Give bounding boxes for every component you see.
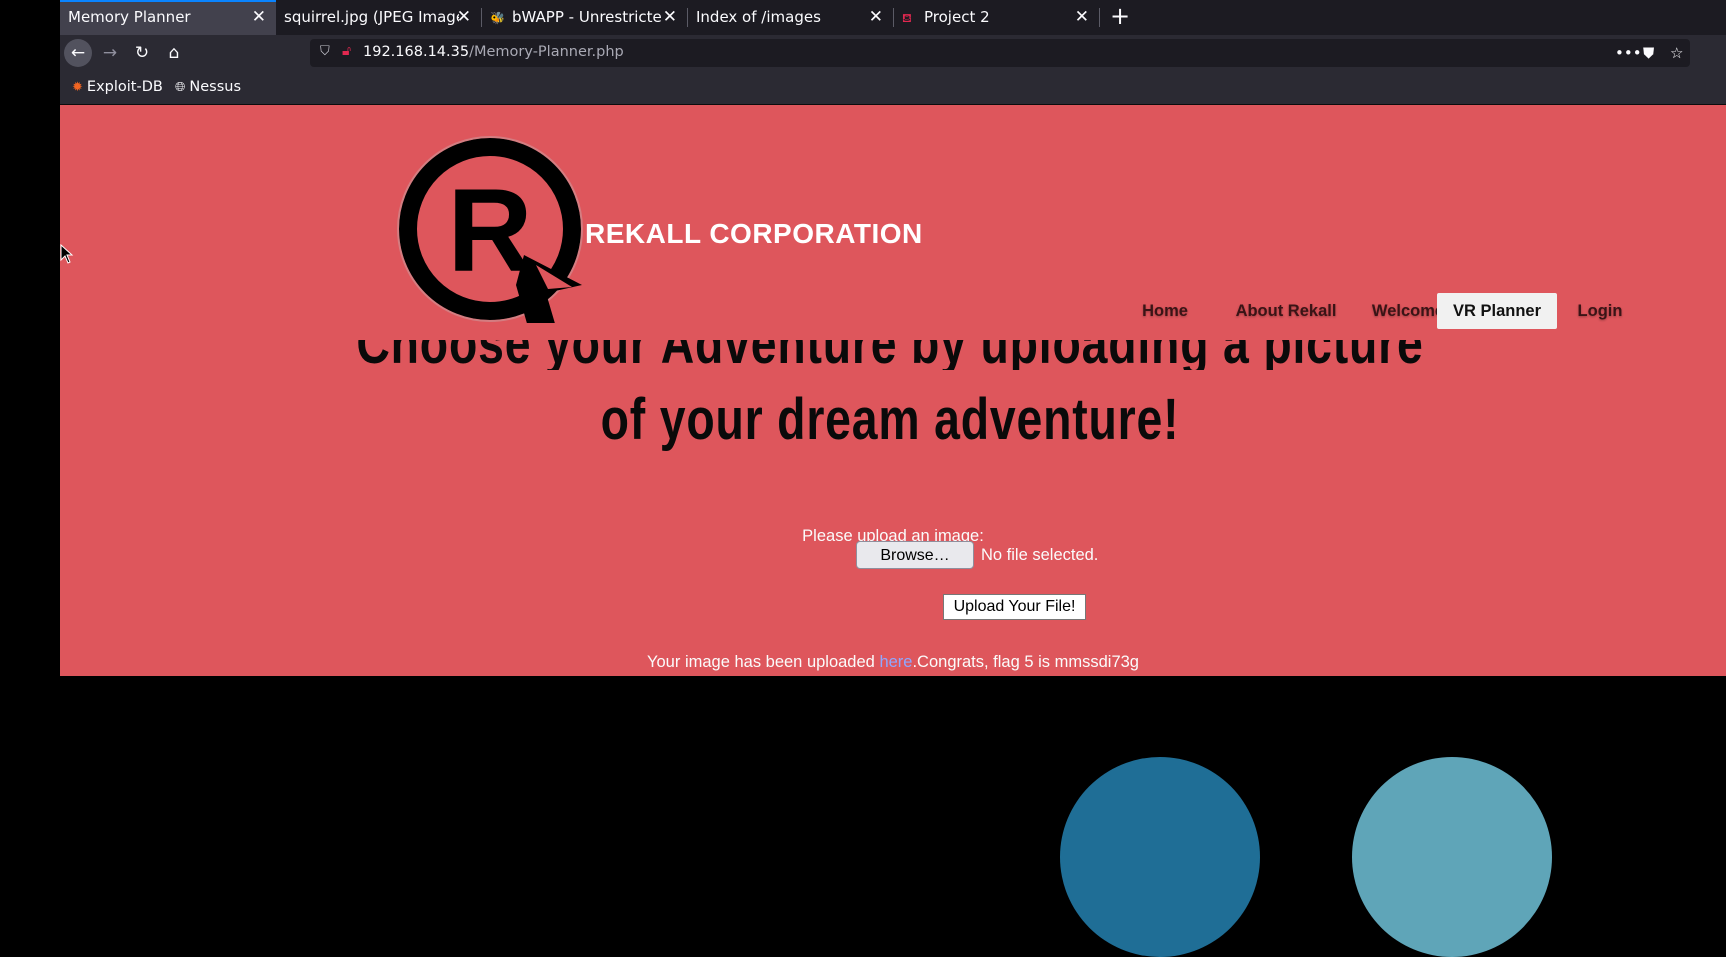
uploaded-image-link[interactable]: here bbox=[879, 653, 912, 671]
close-icon[interactable]: ✕ bbox=[869, 0, 883, 34]
nav-vr-planner[interactable]: VR Planner bbox=[1437, 293, 1557, 329]
back-arrow-icon[interactable]: ← bbox=[64, 39, 92, 67]
url-host: 192.168.14.35 bbox=[363, 44, 470, 60]
tab-title: squirrel.jpg (JPEG Image, 12 bbox=[284, 8, 459, 26]
status-flag-text: .Congrats, flag 5 is mmssdi73g bbox=[912, 653, 1139, 671]
upload-file-button[interactable]: Upload Your File! bbox=[943, 594, 1086, 620]
bookmark-nessus[interactable]: 🌐︎ Nessus bbox=[175, 79, 241, 95]
decorative-circle bbox=[1060, 757, 1260, 957]
tab-title: bWAPP - Unrestricted Fil bbox=[512, 8, 662, 26]
insecure-lock-icon: 🔓︎ bbox=[342, 43, 352, 59]
shield-icon: ⛉ bbox=[320, 44, 330, 59]
tab-memory-planner[interactable]: Memory Planner ✕ bbox=[60, 0, 276, 35]
url-path: /Memory-Planner.php bbox=[469, 44, 624, 60]
nav-about-rekall[interactable]: About Rekall bbox=[1220, 293, 1352, 329]
bookmark-label: Nessus bbox=[189, 79, 242, 95]
globe-icon: 🌐︎ bbox=[175, 80, 186, 95]
url-text: 192.168.14.35/Memory-Planner.php bbox=[363, 44, 624, 60]
bookmark-label: Exploit-DB bbox=[86, 79, 163, 95]
rekall-logo: R bbox=[397, 136, 583, 323]
navigation-toolbar: ← → ↻ ⌂ ⛉ 🔓︎ 192.168.14.35/Memory-Planne… bbox=[60, 35, 1726, 71]
nav-login[interactable]: Login bbox=[1564, 293, 1636, 329]
close-icon[interactable]: ✕ bbox=[252, 2, 266, 33]
bee-icon: 🐝 bbox=[490, 11, 505, 25]
exploitdb-icon: ✹ bbox=[72, 80, 83, 95]
browse-button[interactable]: Browse… bbox=[856, 541, 974, 569]
tab-strip: Memory Planner ✕ squirrel.jpg (JPEG Imag… bbox=[60, 0, 1726, 35]
headline-line-2: of your dream adventure! bbox=[600, 387, 1180, 452]
close-icon[interactable]: ✕ bbox=[1075, 0, 1089, 34]
close-icon[interactable]: ✕ bbox=[663, 0, 677, 34]
redhat-icon: ⛾ bbox=[902, 11, 912, 25]
brand-name: REKALL CORPORATION bbox=[585, 218, 923, 249]
forward-arrow-icon[interactable]: → bbox=[96, 39, 124, 67]
upload-status: Your image has been uploaded here.Congra… bbox=[60, 653, 1726, 672]
pocket-icon[interactable]: ⛊ bbox=[1643, 44, 1654, 62]
more-actions-icon[interactable]: ••• bbox=[1615, 44, 1642, 62]
tab-title: Memory Planner bbox=[68, 8, 191, 26]
status-prefix: Your image has been uploaded bbox=[647, 653, 880, 671]
tab-squirrel[interactable]: squirrel.jpg (JPEG Image, 12 ✕ bbox=[276, 0, 481, 35]
reload-icon[interactable]: ↻ bbox=[128, 39, 156, 67]
new-tab-plus-icon[interactable]: + bbox=[1110, 0, 1130, 32]
decorative-circle bbox=[1352, 757, 1552, 957]
address-bar[interactable]: ⛉ 🔓︎ 192.168.14.35/Memory-Planner.php ••… bbox=[310, 39, 1690, 67]
browser-window: Memory Planner ✕ squirrel.jpg (JPEG Imag… bbox=[60, 0, 1726, 676]
headline-clip: Choose your Adventure by uploading a pic… bbox=[60, 340, 1726, 370]
web-page: R REKALL CORPORATION Home About Rekall W… bbox=[60, 105, 1726, 676]
tab-project-2[interactable]: ⛾ Project 2 ✕ bbox=[894, 0, 1099, 35]
close-icon[interactable]: ✕ bbox=[457, 0, 471, 34]
tab-title: Project 2 bbox=[924, 8, 990, 26]
tab-divider bbox=[1099, 8, 1100, 27]
mouse-cursor-icon bbox=[60, 244, 74, 264]
tab-title: Index of /images bbox=[696, 8, 821, 26]
tab-index-images[interactable]: Index of /images ✕ bbox=[688, 0, 893, 35]
bookmarks-toolbar: ✹ Exploit-DB 🌐︎ Nessus bbox=[60, 71, 1726, 105]
bookmark-exploit-db[interactable]: ✹ Exploit-DB bbox=[72, 79, 163, 95]
bookmark-star-icon[interactable]: ☆ bbox=[1670, 44, 1683, 62]
nav-home[interactable]: Home bbox=[1122, 293, 1208, 329]
no-file-text: No file selected. bbox=[981, 546, 1099, 564]
home-icon[interactable]: ⌂ bbox=[160, 39, 188, 67]
tab-bwapp[interactable]: 🐝 bWAPP - Unrestricted Fil ✕ bbox=[482, 0, 687, 35]
headline-line-1: Choose your Adventure by uploading a pic… bbox=[226, 340, 1554, 370]
